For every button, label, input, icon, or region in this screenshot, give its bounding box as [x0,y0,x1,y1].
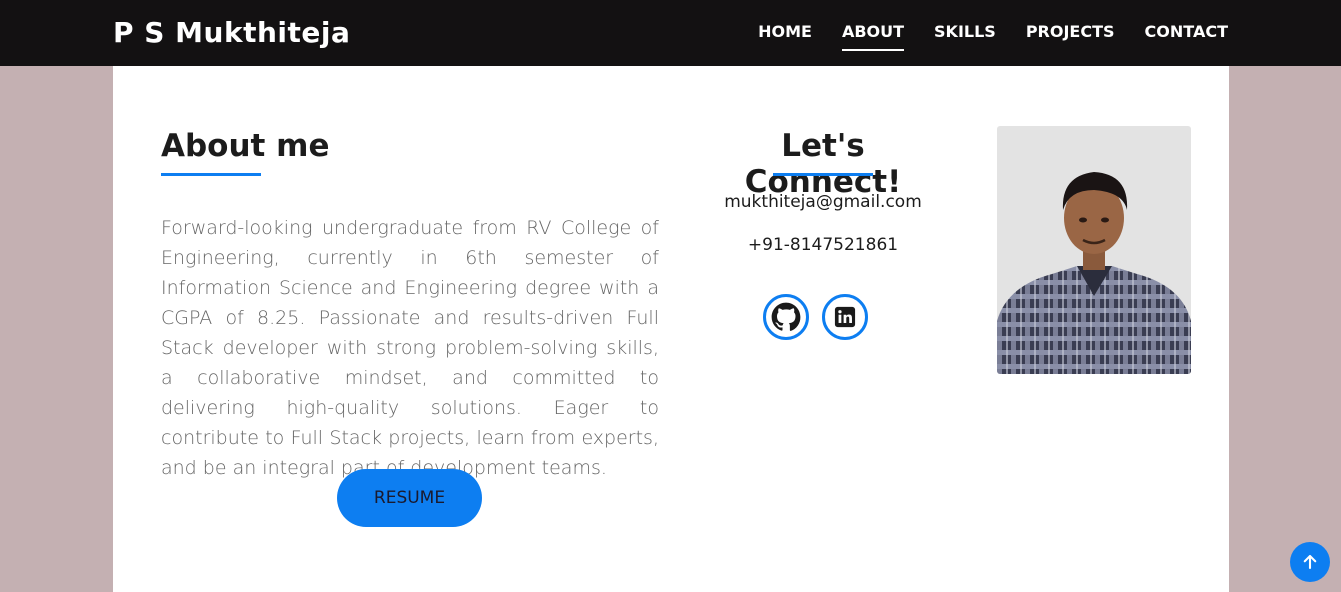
linkedin-icon [834,306,856,328]
phone-text[interactable]: +91-8147521861 [673,235,973,255]
nav-home[interactable]: HOME [758,22,812,47]
nav-about[interactable]: ABOUT [841,22,905,51]
nav-links: HOME ABOUT SKILLS PROJECTS CONTACT [758,22,1228,51]
about-text: Forward-looking undergraduate from RV Co… [161,217,659,479]
about-title-underline [161,173,261,176]
scroll-to-top-button[interactable] [1290,542,1330,582]
github-link[interactable] [763,294,809,340]
nav-contact[interactable]: CONTACT [1145,22,1228,47]
navbar: P S Mukthiteja HOME ABOUT SKILLS PROJECT… [0,0,1341,66]
email-text[interactable]: mukthiteja@gmail.com [673,192,973,212]
nav-projects[interactable]: PROJECTS [1026,22,1115,47]
profile-photo [997,126,1191,374]
about-card: About me Forward-looking undergraduate f… [113,66,1229,592]
nav-skills[interactable]: SKILLS [934,22,996,47]
linkedin-link[interactable] [822,294,868,340]
resume-button[interactable]: RESUME [337,469,482,527]
brand-name[interactable]: P S Mukthiteja [113,16,350,49]
about-title: About me [161,128,330,164]
connect-title: Let's Connect! [744,128,902,200]
connect-title-underline [773,173,873,176]
github-icon [771,302,801,331]
person-illustration [997,172,1191,374]
arrow-up-icon [1303,554,1317,570]
